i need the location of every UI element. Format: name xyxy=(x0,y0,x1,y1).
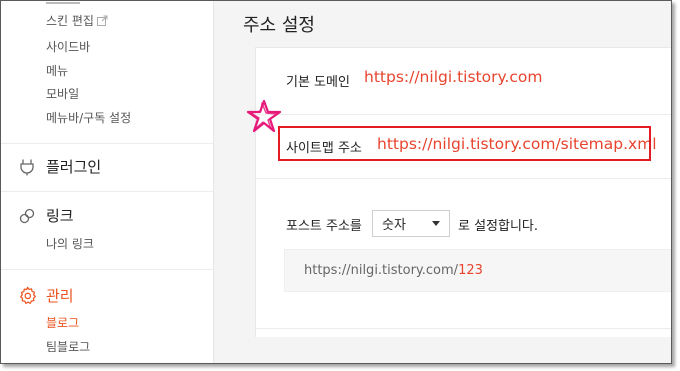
sidebar-divider xyxy=(1,269,214,270)
sitemap-highlight-box xyxy=(278,126,651,161)
sidebar-item-menu[interactable]: 메뉴 xyxy=(46,62,68,79)
post-address-select-value: 숫자 xyxy=(382,218,406,233)
preview-url-number: 123 xyxy=(458,263,483,278)
preview-url-base: https://nilgi.tistory.com/ xyxy=(304,263,459,278)
address-settings-card: 기본 도메인 https://nilgi.tistory.com 사이트맵 주소… xyxy=(255,47,671,337)
sidebar-item-blog[interactable]: 블로그 xyxy=(46,314,79,331)
window-frame: 스킨 편집 사이드바 메뉴 모바일 메뉴바/구독 설정 플러그인 링크 나의 링… xyxy=(0,0,672,364)
sidebar-item-link[interactable]: 링크 xyxy=(17,205,74,226)
sidebar-item-skin-edit[interactable]: 스킨 편집 xyxy=(46,12,108,29)
sidebar-item-label: 사이드바 xyxy=(46,40,91,54)
sidebar-item-label: 블로그 xyxy=(46,316,80,330)
sidebar-item-label: 팀블로그 xyxy=(46,340,91,354)
star-annotation-icon xyxy=(246,99,282,137)
sidebar-item-label: 플러그인 xyxy=(46,158,102,176)
sidebar: 스킨 편집 사이드바 메뉴 모바일 메뉴바/구독 설정 플러그인 링크 나의 링… xyxy=(1,1,214,363)
sidebar-item-plugin[interactable]: 플러그인 xyxy=(17,156,101,177)
plug-icon xyxy=(17,157,37,177)
default-domain-label: 기본 도메인 xyxy=(286,75,350,90)
post-address-select[interactable]: 숫자 xyxy=(372,210,450,237)
link-icon xyxy=(17,206,37,226)
sidebar-item-label: 관리 xyxy=(46,287,74,305)
sidebar-item-label: 링크 xyxy=(46,207,74,225)
post-address-preview: https://nilgi.tistory.com/123 xyxy=(284,249,671,292)
sidebar-item-label: 나의 링크 xyxy=(46,237,94,251)
sidebar-item-manage[interactable]: 관리 xyxy=(17,285,74,306)
sidebar-divider xyxy=(1,143,214,144)
sidebar-item-label: 스킨 편집 xyxy=(46,14,94,28)
post-address-label: 포스트 주소를 xyxy=(286,219,362,234)
card-divider xyxy=(256,328,671,329)
default-domain-url[interactable]: https://nilgi.tistory.com xyxy=(364,68,542,86)
card-divider xyxy=(256,114,671,115)
sidebar-item-team-blog[interactable]: 팀블로그 xyxy=(46,338,90,355)
sidebar-item-label: 모바일 xyxy=(46,87,80,101)
caret-down-icon xyxy=(432,221,440,226)
post-address-suffix: 로 설정합니다. xyxy=(458,219,539,234)
sidebar-item-sidebar[interactable]: 사이드바 xyxy=(46,38,90,55)
page-title: 주소 설정 xyxy=(243,15,315,36)
sidebar-divider xyxy=(1,191,214,192)
sidebar-item-my-link[interactable]: 나의 링크 xyxy=(46,235,94,252)
main-content: 주소 설정 기본 도메인 https://nilgi.tistory.com 사… xyxy=(215,1,671,363)
sidebar-item-label: 메뉴 xyxy=(46,64,69,78)
card-divider xyxy=(256,178,671,179)
gear-icon xyxy=(17,286,37,306)
sidebar-item-partial xyxy=(46,1,80,7)
external-link-icon xyxy=(96,15,108,29)
sidebar-item-mobile[interactable]: 모바일 xyxy=(46,85,79,102)
sidebar-item-menubar-subscribe[interactable]: 메뉴바/구독 설정 xyxy=(46,109,131,126)
sidebar-item-label: 메뉴바/구독 설정 xyxy=(46,111,132,125)
